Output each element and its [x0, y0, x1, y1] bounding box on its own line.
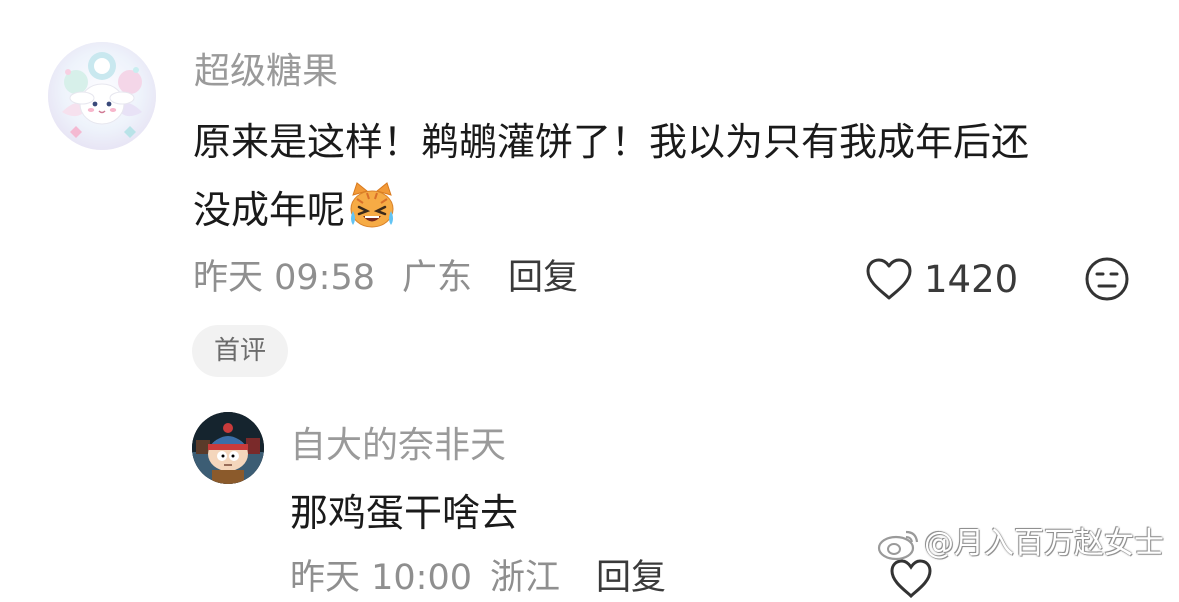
reply-location: 浙江	[490, 558, 561, 598]
reply-content: 那鸡蛋干啥去	[290, 491, 519, 535]
avatar[interactable]	[48, 42, 156, 150]
heart-icon	[866, 258, 912, 300]
meh-face-icon	[1085, 257, 1129, 301]
comment-location: 广东	[402, 258, 473, 298]
reply-like-button[interactable]	[888, 558, 934, 599]
dislike-button[interactable]	[1084, 256, 1130, 302]
comment-content-text: 没成年呢	[193, 188, 346, 232]
like-count: 1420	[924, 258, 1019, 301]
comment-content-line1: 原来是这样！鹈鹕灌饼了！我以为只有我成年后还	[193, 120, 1030, 164]
reply-button[interactable]: 回复	[508, 256, 578, 300]
comment-content-line2: 没成年呢	[193, 176, 397, 252]
reply-avatar[interactable]	[192, 412, 264, 484]
reply-username[interactable]: 自大的奈非天	[290, 424, 506, 468]
reply-time: 昨天 10:00	[290, 558, 472, 598]
cinnamoroll-avatar-image	[48, 42, 156, 150]
comment-time: 昨天 09:58	[193, 258, 375, 298]
like-button[interactable]	[864, 256, 914, 302]
weibo-logo-icon	[876, 526, 922, 562]
south-park-avatar-image	[192, 412, 264, 484]
heart-icon	[890, 559, 932, 599]
comment-username[interactable]: 超级糖果	[194, 50, 338, 94]
watermark-text: @月入百万赵女士	[924, 526, 1164, 561]
reply-reply-button[interactable]: 回复	[596, 556, 666, 600]
crying-laughing-cat-emoji-icon	[347, 181, 397, 252]
first-comment-badge: 首评	[192, 325, 288, 377]
